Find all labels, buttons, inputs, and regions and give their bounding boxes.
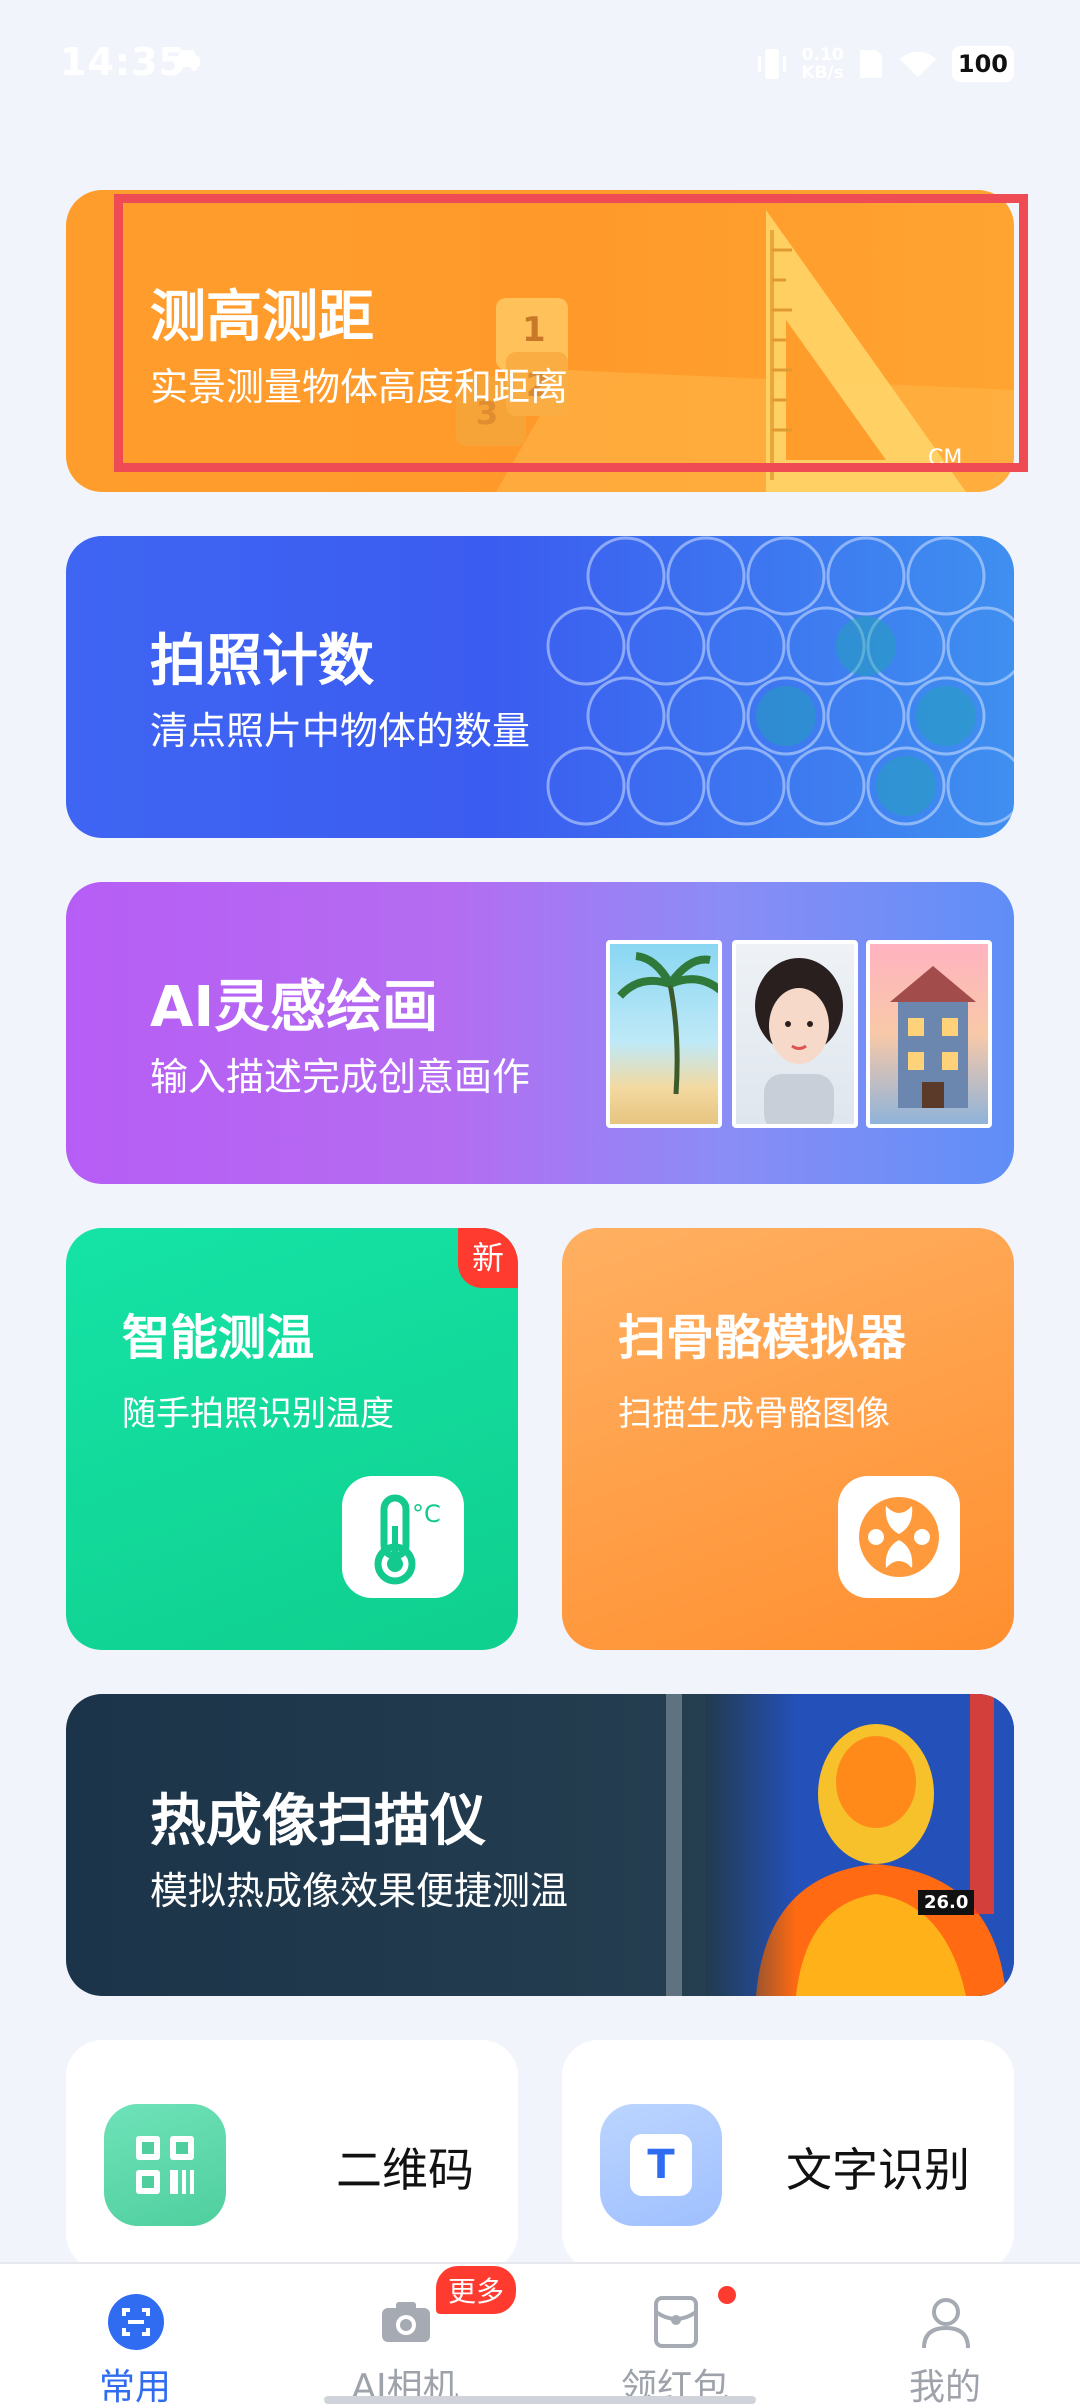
svg-text:°C: °C [412, 1500, 441, 1528]
beach-artwork-thumbnail [606, 940, 722, 1128]
network-speed-value: 0.10 [801, 45, 844, 65]
card-subtitle: 输入描述完成创意画作 [150, 1055, 531, 1099]
nav-item-ai-camera[interactable]: 更多 AI相机 [270, 2264, 540, 2408]
photo-count-card[interactable]: 拍照计数 清点照片中物体的数量 [66, 536, 1014, 838]
network-speed-unit: KB/s [801, 63, 844, 83]
app-screen: 14:35 0.10 KB/s 100 1 2 3 CM 测高测距 实景测量物体… [0, 0, 1080, 2408]
card-title: 拍照计数 [150, 629, 374, 694]
home-indicator[interactable] [324, 2396, 756, 2404]
vibrate-icon [758, 49, 787, 79]
bone-scanner-simulator-card[interactable]: 扫骨骼模拟器 扫描生成骨骼图像 [562, 1228, 1014, 1650]
ai-inspiration-painting-card[interactable]: AI灵感绘画 输入描述完成创意画作 [66, 882, 1014, 1184]
red-packet-icon [654, 2296, 698, 2348]
notification-dot [718, 2286, 736, 2304]
card-title: 热成像扫描仪 [150, 1789, 486, 1854]
thermal-imaging-scanner-card[interactable]: 26.0 热成像扫描仪 模拟热成像效果便捷测温 [66, 1694, 1014, 1996]
card-title: AI灵感绘画 [150, 975, 439, 1040]
card-title: 扫骨骼模拟器 [618, 1310, 907, 1366]
text-recognition-icon: T [600, 2104, 722, 2226]
bone-joint-icon [838, 1476, 960, 1598]
battery-indicator: 100 [951, 46, 1014, 82]
car-icon [174, 50, 200, 71]
camera-icon [382, 2302, 430, 2342]
text-recognition-glyph: T [630, 2134, 692, 2196]
card-subtitle: 清点照片中物体的数量 [150, 709, 531, 753]
selection-highlight-box [114, 194, 1028, 472]
nav-label: 我的 [908, 2367, 981, 2408]
bottom-navigation: 常用 更多 AI相机 领红包 我的 [0, 2262, 1080, 2408]
thermal-reading: 26.0 [918, 1890, 975, 1915]
nav-item-common[interactable]: 常用 [0, 2264, 270, 2408]
card-subtitle: 模拟热成像效果便捷测温 [150, 1869, 569, 1913]
new-badge: 新 [458, 1228, 518, 1288]
person-icon [922, 2298, 970, 2349]
card-subtitle: 随手拍照识别温度 [122, 1394, 394, 1434]
nav-label: 常用 [98, 2367, 171, 2408]
wifi-icon [899, 51, 936, 77]
status-right: 0.10 KB/s 100 [757, 42, 1014, 86]
building-artwork-thumbnail [866, 940, 992, 1128]
text-recognition-tool[interactable]: T 文字识别 [562, 2040, 1014, 2270]
qr-code-icon [104, 2104, 226, 2226]
card-title: 智能测温 [122, 1310, 315, 1366]
sim-icon [859, 50, 882, 78]
qr-code-tool[interactable]: 二维码 [66, 2040, 518, 2270]
thermometer-icon: °C [342, 1476, 464, 1598]
nav-item-red-packet[interactable]: 领红包 [540, 2264, 810, 2408]
network-speed: 0.10 KB/s [801, 46, 843, 82]
nav-item-profile[interactable]: 我的 [810, 2264, 1080, 2408]
status-bar: 14:35 0.10 KB/s 100 [0, 0, 1080, 126]
smart-temperature-card[interactable]: 智能测温 随手拍照识别温度 °C 新 [66, 1228, 518, 1650]
tool-label: 文字识别 [786, 2143, 970, 2197]
more-badge: 更多 [436, 2266, 517, 2314]
portrait-artwork-thumbnail [732, 940, 858, 1128]
status-time: 14:35 [60, 40, 186, 84]
tool-label: 二维码 [336, 2143, 474, 2197]
card-subtitle: 扫描生成骨骼图像 [618, 1394, 890, 1434]
scan-icon [108, 2294, 164, 2350]
